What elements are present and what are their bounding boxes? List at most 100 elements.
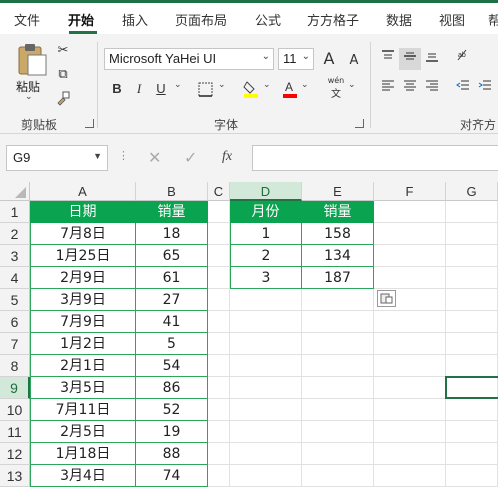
align-left-button[interactable] [377, 78, 399, 100]
orientation-button[interactable]: ab [452, 48, 474, 70]
insert-function-icon[interactable]: fx [222, 149, 232, 165]
bold-button[interactable]: B [106, 78, 128, 100]
row-header-5[interactable]: 5 [0, 289, 30, 311]
cut-button[interactable]: ✂ [52, 40, 74, 62]
decrease-font-button[interactable]: A [343, 50, 365, 72]
cell[interactable] [374, 443, 446, 465]
tab-data[interactable]: 数据 [386, 10, 412, 29]
cell[interactable] [374, 377, 446, 399]
table-cell[interactable]: 187 [302, 267, 374, 289]
cell[interactable] [302, 377, 374, 399]
cell[interactable] [374, 399, 446, 421]
table-cell[interactable]: 86 [136, 377, 208, 399]
row-header-8[interactable]: 8 [0, 355, 30, 377]
font-launcher-icon[interactable] [355, 119, 364, 128]
cell[interactable] [230, 377, 302, 399]
cell[interactable] [208, 201, 230, 223]
cell[interactable] [230, 289, 302, 311]
enter-icon[interactable]: ✓ [184, 148, 197, 167]
cell[interactable] [302, 421, 374, 443]
align-right-button[interactable] [421, 78, 443, 100]
row-header-2[interactable]: 2 [0, 223, 30, 245]
column-header-c[interactable]: C [208, 182, 230, 201]
table-cell[interactable]: 65 [136, 245, 208, 267]
select-all-corner[interactable] [0, 182, 30, 201]
format-painter-button[interactable] [52, 87, 74, 109]
table-cell[interactable]: 88 [136, 443, 208, 465]
clipboard-launcher-icon[interactable] [85, 119, 94, 128]
tab-page-layout[interactable]: 页面布局 [175, 10, 227, 29]
phonetic-button[interactable]: wén 文 [324, 76, 348, 102]
tab-view[interactable]: 视图 [439, 10, 465, 29]
cell[interactable] [302, 333, 374, 355]
cell[interactable] [230, 355, 302, 377]
column-header-b[interactable]: B [136, 182, 208, 201]
table-cell[interactable]: 1月2日 [30, 333, 136, 355]
tab-fangfang[interactable]: 方方格子 [307, 10, 359, 29]
cell[interactable] [446, 355, 498, 377]
row-header-11[interactable]: 11 [0, 421, 30, 443]
table-cell[interactable]: 7月11日 [30, 399, 136, 421]
cell[interactable] [302, 399, 374, 421]
font-name-combo[interactable]: Microsoft YaHei UI ⌄ [104, 48, 274, 70]
table-cell[interactable]: 158 [302, 223, 374, 245]
table-cell[interactable]: 18 [136, 223, 208, 245]
cell[interactable] [374, 267, 446, 289]
cell[interactable] [446, 289, 498, 311]
cancel-icon[interactable]: ✕ [148, 148, 161, 167]
cell[interactable] [208, 311, 230, 333]
cell[interactable] [208, 333, 230, 355]
table-header-cell[interactable]: 月份 [230, 201, 302, 223]
column-header-e[interactable]: E [302, 182, 374, 201]
underline-button[interactable]: U [150, 78, 172, 100]
table-cell[interactable]: 1月18日 [30, 443, 136, 465]
table-cell[interactable]: 5 [136, 333, 208, 355]
cell[interactable] [208, 421, 230, 443]
cell[interactable] [208, 377, 230, 399]
table-cell[interactable]: 134 [302, 245, 374, 267]
font-color-button[interactable]: A [279, 78, 301, 100]
italic-button[interactable]: I [128, 78, 150, 100]
increase-font-button[interactable]: A [318, 48, 340, 70]
table-cell[interactable]: 7月8日 [30, 223, 136, 245]
table-cell[interactable]: 27 [136, 289, 208, 311]
cell[interactable] [446, 201, 498, 223]
cell[interactable] [374, 311, 446, 333]
cell[interactable] [230, 443, 302, 465]
cell[interactable] [302, 311, 374, 333]
table-cell[interactable]: 2月1日 [30, 355, 136, 377]
cell[interactable] [230, 421, 302, 443]
table-header-cell[interactable]: 销量 [302, 201, 374, 223]
copy-button[interactable]: ⧉ [52, 64, 74, 86]
cell[interactable] [374, 245, 446, 267]
cell[interactable] [374, 201, 446, 223]
cell[interactable] [446, 443, 498, 465]
table-cell[interactable]: 1 [230, 223, 302, 245]
align-bottom-button[interactable] [421, 48, 443, 70]
cell[interactable] [302, 443, 374, 465]
align-top-button[interactable] [377, 48, 399, 70]
cell[interactable] [446, 399, 498, 421]
column-header-d[interactable]: D [230, 182, 302, 201]
tab-home[interactable]: 开始 [68, 10, 94, 29]
align-center-button[interactable] [399, 78, 421, 100]
table-cell[interactable]: 52 [136, 399, 208, 421]
tab-file[interactable]: 文件 [14, 10, 40, 29]
table-cell[interactable]: 2 [230, 245, 302, 267]
table-cell[interactable]: 1月25日 [30, 245, 136, 267]
row-header-4[interactable]: 4 [0, 267, 30, 289]
table-cell[interactable]: 3月5日 [30, 377, 136, 399]
increase-indent-button[interactable] [474, 78, 496, 100]
cell[interactable] [302, 355, 374, 377]
table-cell[interactable]: 2月9日 [30, 267, 136, 289]
cell[interactable] [446, 311, 498, 333]
table-cell[interactable]: 3 [230, 267, 302, 289]
cell[interactable] [230, 333, 302, 355]
cell[interactable] [374, 223, 446, 245]
row-header-3[interactable]: 3 [0, 245, 30, 267]
table-header-cell[interactable]: 销量 [136, 201, 208, 223]
row-header-7[interactable]: 7 [0, 333, 30, 355]
paste-button[interactable]: 粘贴 ⌄ [10, 40, 50, 106]
cell[interactable] [230, 399, 302, 421]
cell[interactable] [302, 289, 374, 311]
